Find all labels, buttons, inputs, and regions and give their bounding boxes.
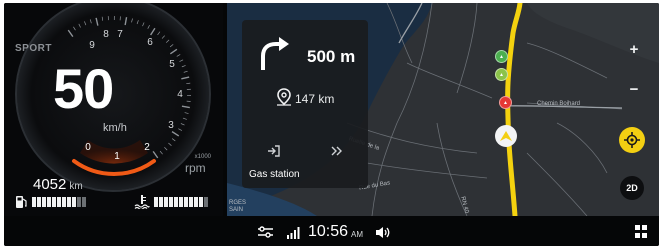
level-segment: [164, 197, 168, 207]
tachometer-label: 8: [103, 29, 109, 40]
coolant-level-bar: [154, 197, 208, 207]
street-label: Chemin Boihard: [537, 101, 581, 107]
tachometer-label: 1: [114, 151, 120, 162]
enter-route-button[interactable]: [242, 136, 305, 166]
recenter-location-button[interactable]: [619, 127, 645, 153]
level-segment: [204, 197, 208, 207]
rpm-unit: rpm: [185, 161, 206, 175]
speed-readout: 50: [53, 57, 114, 120]
tachometer-label: 5: [169, 59, 175, 70]
grid-cell: [635, 232, 640, 238]
login-arrow-icon: [268, 145, 280, 157]
speed-unit: km/h: [103, 122, 127, 134]
level-segment: [189, 197, 193, 207]
poi-label[interactable]: Gas station: [249, 169, 361, 180]
instrument-cluster: 0 1 2 3 4 5 6 789 SPORT 50 km/h x1000 rpm 4052 k…: [4, 3, 223, 216]
tachometer-label: 6: [147, 37, 153, 48]
odometer-value: 4052: [33, 176, 67, 193]
zoom-in-button[interactable]: +: [623, 38, 645, 60]
level-segment: [169, 197, 173, 207]
tachometer-label: 3: [168, 120, 174, 131]
distance-to-turn: 500 m: [307, 47, 356, 66]
drive-mode-label: SPORT: [15, 43, 52, 54]
status-bar: 10:56 AM: [4, 216, 659, 246]
nav-card-actions: [242, 136, 368, 166]
traffic-marker-light-green[interactable]: ▲: [495, 68, 508, 81]
navigation-map[interactable]: Chemin Boihard Ruelle de la RN 40 Rue du…: [227, 3, 659, 216]
level-segment: [32, 197, 36, 207]
rpm-multiplier: x1000: [194, 154, 211, 160]
level-segment: [67, 197, 71, 207]
signal-strength-icon: [287, 226, 300, 239]
level-segment: [154, 197, 158, 207]
zoom-out-button[interactable]: −: [623, 78, 645, 100]
area-label: RGES SAIN: [229, 200, 247, 213]
traffic-marker-green[interactable]: ▲: [495, 50, 508, 63]
level-segment: [194, 197, 198, 207]
view-mode-toggle[interactable]: 2D: [620, 176, 644, 200]
traffic-marker-red[interactable]: ▲: [499, 96, 512, 109]
clock-ampm: AM: [351, 230, 364, 239]
turn-right-icon: [261, 37, 289, 70]
grid-cell: [635, 225, 640, 230]
level-segment: [199, 197, 203, 207]
level-segment: [82, 197, 86, 207]
level-segment: [62, 197, 66, 207]
tachometer-label: 9: [89, 40, 95, 51]
tachometer-label: 0: [85, 142, 91, 153]
remaining-distance: 147 km: [295, 92, 335, 106]
tachometer-label: 2: [144, 142, 150, 153]
level-segment: [42, 197, 46, 207]
tachometer-label: 4: [177, 89, 183, 100]
vehicle-position-icon: [495, 125, 517, 147]
level-segment: [159, 197, 163, 207]
volume-icon[interactable]: [375, 226, 390, 239]
level-segment: [179, 197, 183, 207]
infotainment-screen: 0 1 2 3 4 5 6 789 SPORT 50 km/h x1000 rpm 4052 k…: [4, 3, 659, 246]
app-grid-button[interactable]: [635, 225, 648, 238]
turn-by-turn-card[interactable]: 500 m 147 km Gas station: [242, 20, 368, 188]
settings-sliders-icon[interactable]: [258, 226, 273, 238]
level-segment: [57, 197, 61, 207]
grid-cell: [642, 232, 647, 238]
double-chevron-right-icon: [331, 146, 342, 156]
grid-cell: [642, 225, 647, 230]
level-segment: [37, 197, 41, 207]
level-segment: [174, 197, 178, 207]
odometer-unit: km: [69, 181, 83, 192]
fuel-level-bar: [32, 197, 86, 207]
fuel-pump-icon: [16, 196, 27, 208]
level-segment: [52, 197, 56, 207]
level-segment: [47, 197, 51, 207]
route-pin-icon: [277, 88, 291, 106]
next-instruction-button[interactable]: [305, 136, 368, 166]
odometer: 4052 km: [33, 176, 83, 193]
tachometer-label: 7: [117, 29, 123, 40]
level-segment: [184, 197, 188, 207]
status-items: 10:56 AM: [258, 223, 390, 241]
level-segment: [77, 197, 81, 207]
coolant-temperature-icon: [134, 195, 150, 209]
clock-time: 10:56: [308, 223, 349, 240]
crosshair-icon: [624, 132, 640, 148]
level-segment: [72, 197, 76, 207]
